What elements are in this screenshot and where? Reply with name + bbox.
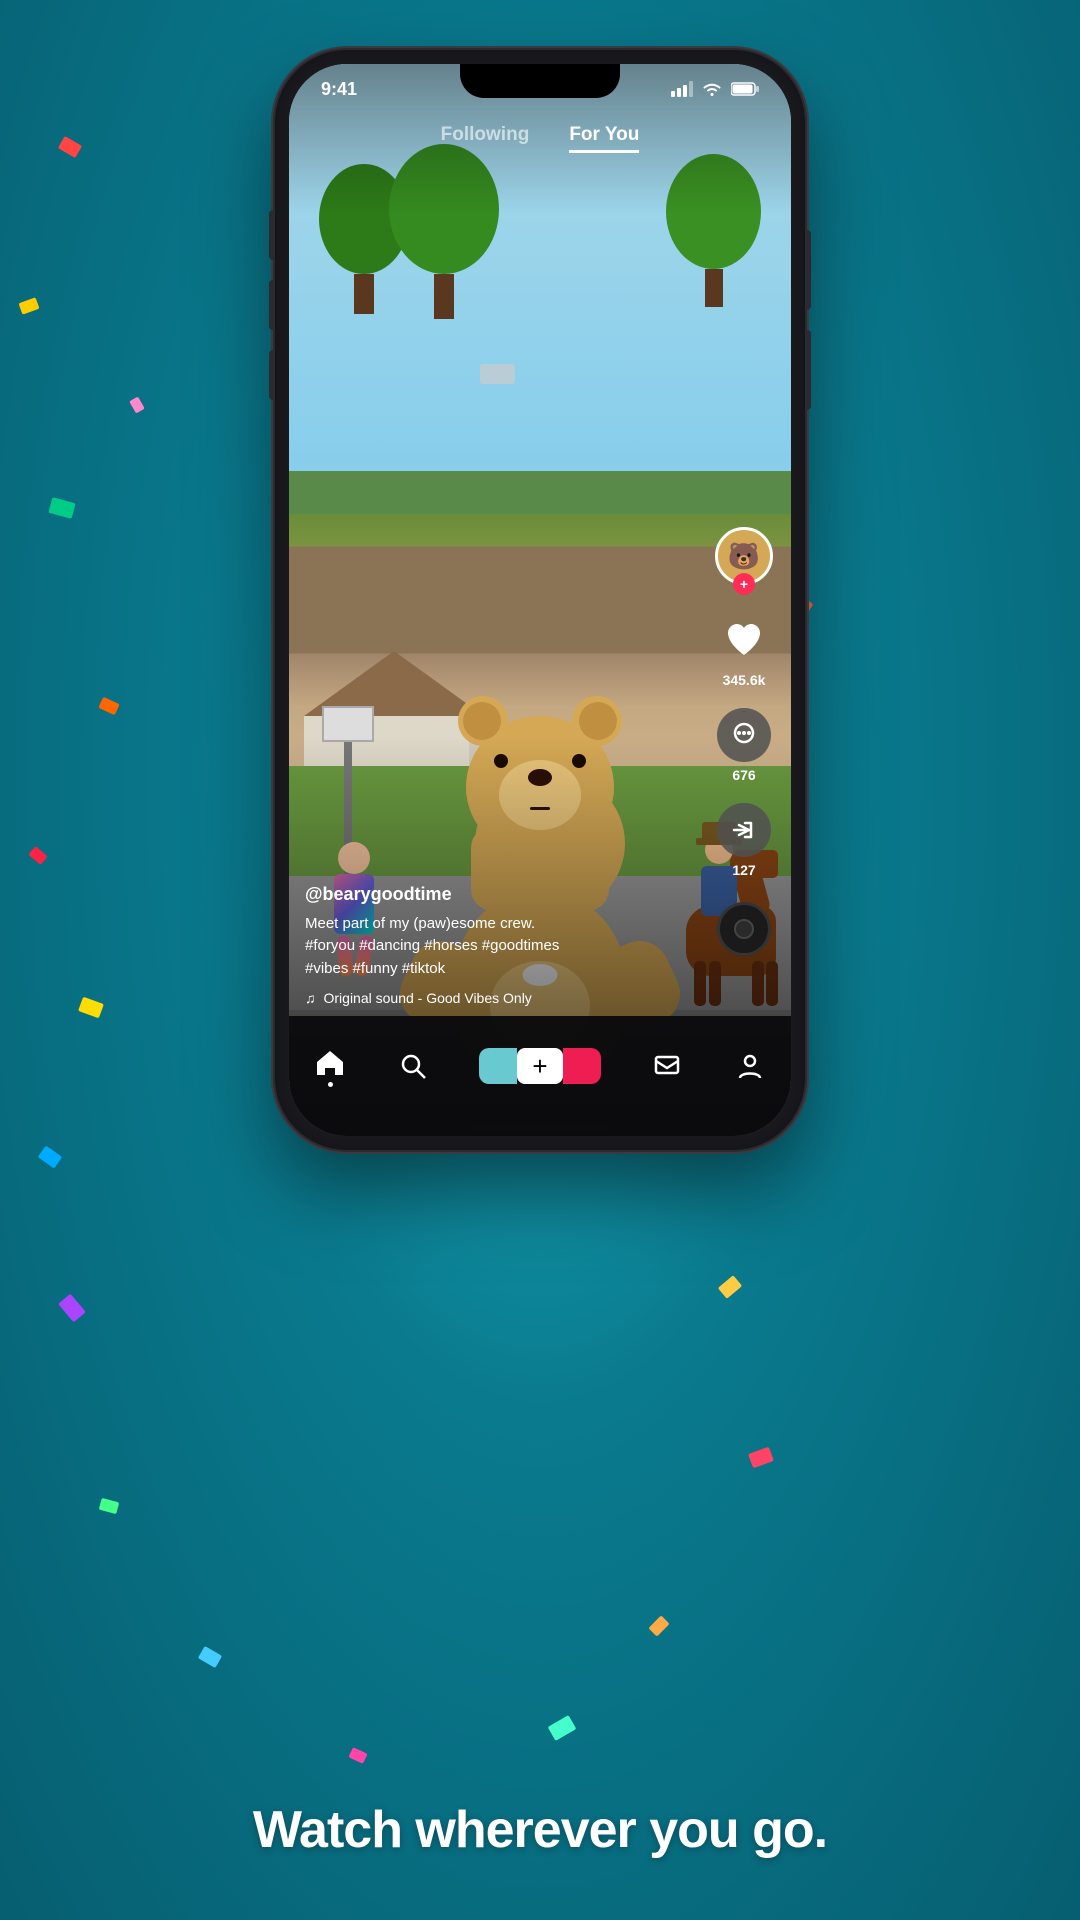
create-btn-right: [563, 1048, 601, 1084]
share-icon: [717, 803, 771, 857]
status-time: 9:41: [321, 79, 357, 100]
nav-profile[interactable]: [734, 1050, 766, 1082]
sound-name: Original sound - Good Vibes Only: [324, 990, 532, 1006]
side-actions: 🐻 + 345.6k: [715, 527, 773, 956]
share-button[interactable]: 127: [717, 803, 771, 878]
bottom-tagline: Watch wherever you go.: [0, 1800, 1080, 1860]
create-btn-left: [479, 1048, 517, 1084]
phone-frame: 9:41: [275, 50, 805, 1150]
comment-count: 676: [732, 767, 755, 783]
music-note-icon: ♫: [305, 990, 316, 1006]
create-button-wrapper[interactable]: +: [479, 1048, 601, 1084]
car-vehicle: [480, 364, 515, 384]
nav-search[interactable]: [397, 1050, 429, 1082]
avatar-bear-emoji: 🐻: [728, 541, 760, 572]
nav-inbox[interactable]: [651, 1050, 683, 1082]
plus-icon: +: [532, 1053, 547, 1079]
status-icons: [671, 81, 759, 97]
follow-button[interactable]: +: [733, 573, 755, 595]
tab-following[interactable]: Following: [441, 124, 530, 153]
phone-wrapper: 9:41: [275, 50, 805, 1150]
create-btn-center: +: [517, 1048, 563, 1084]
heart-icon: [717, 613, 771, 667]
battery-icon: [731, 82, 759, 96]
profile-icon: [734, 1050, 766, 1082]
tab-for-you[interactable]: For You: [569, 124, 639, 153]
creator-username[interactable]: @bearygoodtime: [305, 884, 711, 905]
creator-avatar[interactable]: 🐻 +: [715, 527, 773, 585]
home-icon: [314, 1046, 346, 1078]
bottom-overlay: @bearygoodtime Meet part of my (paw)esom…: [305, 884, 711, 1007]
notch: [460, 64, 620, 98]
top-nav: Following For You: [289, 114, 791, 163]
bottom-nav: +: [289, 1016, 791, 1136]
home-active-dot: [328, 1082, 333, 1087]
signal-icon: [671, 81, 693, 97]
sound-info[interactable]: ♫ Original sound - Good Vibes Only: [305, 990, 711, 1006]
like-count: 345.6k: [723, 672, 766, 688]
nav-create[interactable]: +: [479, 1048, 601, 1084]
phone-screen: 9:41: [289, 64, 791, 1136]
wifi-icon: [701, 81, 723, 97]
nav-home[interactable]: [314, 1046, 346, 1087]
like-button[interactable]: 345.6k: [717, 613, 771, 688]
music-disc-button[interactable]: [717, 902, 771, 956]
search-icon: [397, 1050, 429, 1082]
video-caption: Meet part of my (paw)esome crew. #foryou…: [305, 913, 711, 981]
inbox-icon: [651, 1050, 683, 1082]
share-count: 127: [732, 862, 755, 878]
comment-button[interactable]: 676: [717, 708, 771, 783]
music-disc-icon: [717, 902, 771, 956]
comment-icon: [717, 708, 771, 762]
